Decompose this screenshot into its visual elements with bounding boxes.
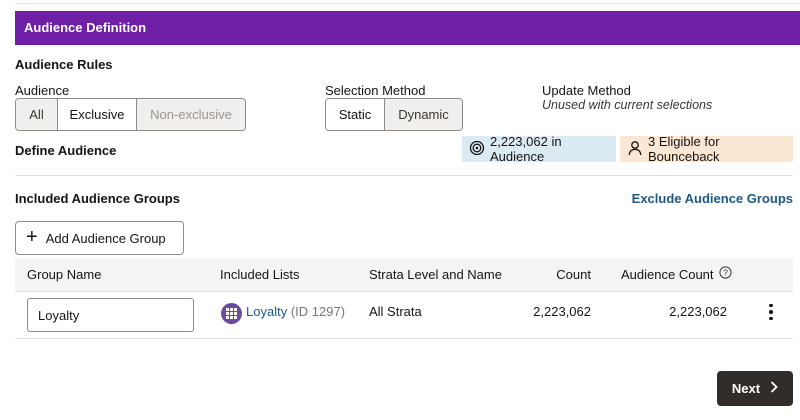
audience-option-non-exclusive[interactable]: Non-exclusive bbox=[137, 99, 245, 130]
define-audience-title: Define Audience bbox=[15, 143, 117, 158]
selection-method-segmented-control: Static Dynamic bbox=[325, 98, 463, 131]
section-divider bbox=[15, 175, 793, 176]
svg-text:?: ? bbox=[723, 268, 728, 278]
in-audience-text: 2,223,062 in Audience bbox=[490, 134, 562, 164]
selection-method-label: Selection Method bbox=[325, 83, 426, 98]
included-list-link[interactable]: Loyalty bbox=[246, 304, 287, 319]
audience-option-all[interactable]: All bbox=[16, 99, 58, 130]
list-grid-icon bbox=[221, 303, 242, 324]
row-actions-kebab-icon[interactable] bbox=[763, 301, 779, 323]
group-name-input[interactable] bbox=[27, 298, 194, 332]
person-icon bbox=[627, 140, 643, 159]
audience-segmented-control: All Exclusive Non-exclusive bbox=[15, 98, 246, 131]
top-divider bbox=[15, 0, 800, 4]
column-included-lists: Included Lists bbox=[220, 267, 300, 282]
exclude-audience-groups-link[interactable]: Exclude Audience Groups bbox=[632, 191, 793, 206]
section-header: Audience Definition bbox=[15, 11, 800, 45]
column-count: Count bbox=[556, 267, 591, 282]
add-audience-group-label: Add Audience Group bbox=[45, 230, 166, 246]
included-list-cell: Loyalty (ID 1297) bbox=[246, 304, 345, 319]
plus-icon: + bbox=[26, 226, 38, 248]
target-icon bbox=[469, 140, 485, 159]
update-method-label: Update Method bbox=[542, 83, 631, 98]
eligible-text: 3 Eligible for Bounceback bbox=[648, 134, 720, 164]
included-list-id: (ID 1297) bbox=[290, 304, 346, 319]
selection-option-static[interactable]: Static bbox=[326, 99, 385, 130]
selection-option-dynamic[interactable]: Dynamic bbox=[385, 99, 462, 130]
strata-cell: All Strata bbox=[369, 304, 422, 319]
column-audience-count: Audience Count ? bbox=[621, 258, 732, 292]
table-row: Loyalty (ID 1297) All Strata 2,223,062 2… bbox=[15, 293, 793, 339]
count-cell: 2,223,062 bbox=[533, 304, 591, 319]
help-icon[interactable]: ? bbox=[718, 258, 732, 292]
included-groups-title: Included Audience Groups bbox=[15, 191, 180, 206]
chevron-right-icon bbox=[770, 381, 778, 396]
eligible-badge: 3 Eligible for Bounceback bbox=[620, 134, 793, 164]
audience-option-exclusive[interactable]: Exclusive bbox=[58, 99, 137, 130]
column-audience-count-label: Audience Count bbox=[621, 267, 714, 282]
audience-count-cell: 2,223,062 bbox=[669, 304, 727, 319]
in-audience-badge: 2,223,062 in Audience bbox=[462, 134, 616, 164]
audience-label: Audience bbox=[15, 83, 70, 98]
update-method-subtext: Unused with current selections bbox=[542, 98, 713, 112]
column-strata: Strata Level and Name bbox=[369, 267, 502, 282]
audience-rules-title: Audience Rules bbox=[15, 57, 113, 72]
next-button[interactable]: Next bbox=[717, 371, 793, 406]
add-audience-group-button[interactable]: + Add Audience Group bbox=[15, 221, 184, 255]
column-group-name: Group Name bbox=[27, 267, 102, 282]
table-header: Group Name Included Lists Strata Level a… bbox=[15, 258, 793, 292]
section-header-title: Audience Definition bbox=[24, 20, 147, 35]
next-button-label: Next bbox=[731, 381, 761, 396]
